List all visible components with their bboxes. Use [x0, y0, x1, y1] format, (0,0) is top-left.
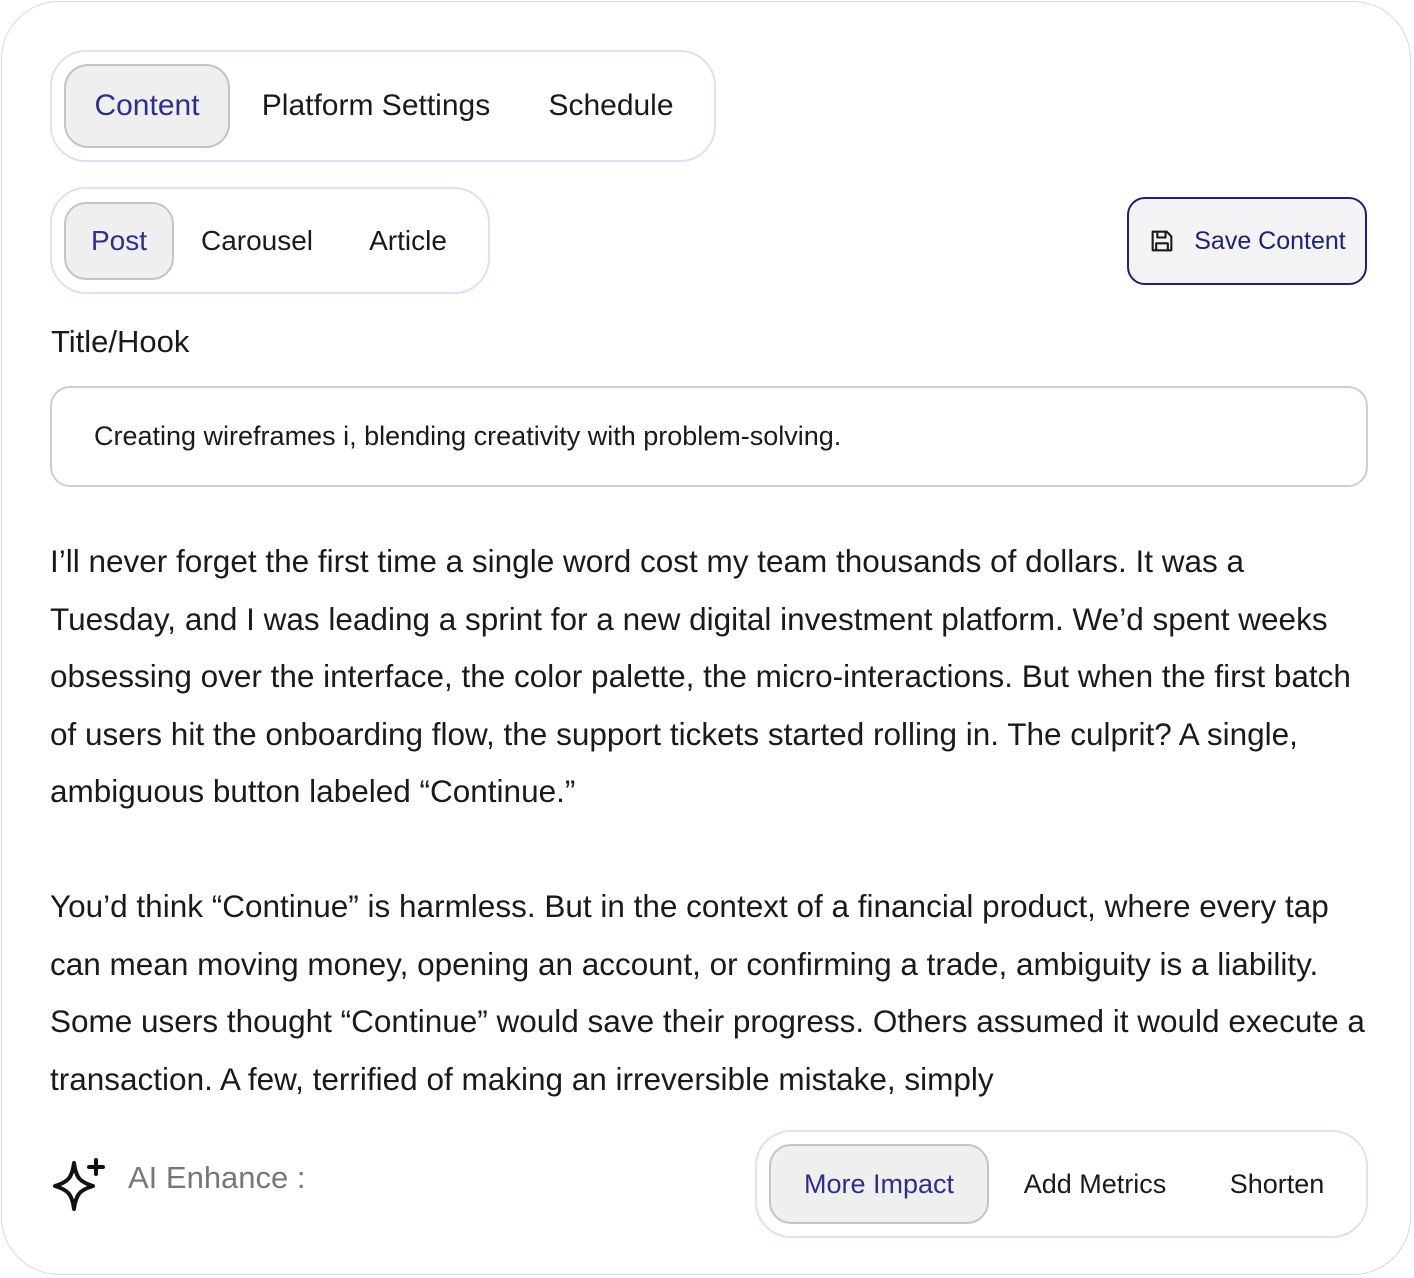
floppy-disk-icon	[1151, 230, 1173, 252]
tab-article[interactable]: Article	[340, 202, 476, 280]
save-content-button[interactable]: Save Content	[1127, 197, 1367, 285]
save-content-label: Save Content	[1194, 226, 1346, 255]
title-hook-label: Title/Hook	[51, 324, 190, 359]
sparkles-icon	[53, 1158, 105, 1211]
tab-carousel[interactable]: Carousel	[174, 202, 340, 280]
body-paragraph-1: I’ll never forget the first time a singl…	[50, 543, 1351, 809]
main-tabs: Content Platform Settings Schedule	[50, 50, 716, 162]
ai-enhance-options: More Impact Add Metrics Shorten	[755, 1130, 1368, 1238]
tab-platform-settings[interactable]: Platform Settings	[230, 64, 522, 148]
content-editor-card: Content Platform Settings Schedule Post …	[1, 1, 1411, 1275]
ai-option-shorten[interactable]: Shorten	[1201, 1144, 1353, 1224]
tab-post[interactable]: Post	[64, 201, 174, 280]
ai-option-more-impact[interactable]: More Impact	[769, 1144, 989, 1224]
tab-schedule[interactable]: Schedule	[522, 64, 700, 148]
ai-enhance-label: AI Enhance :	[128, 1160, 306, 1195]
tab-content[interactable]: Content	[64, 64, 230, 148]
title-hook-input[interactable]	[50, 386, 1368, 487]
content-type-tabs: Post Carousel Article	[50, 187, 490, 294]
ai-option-add-metrics[interactable]: Add Metrics	[989, 1144, 1201, 1224]
body-paragraph-2: You’d think “Continue” is harmless. But …	[50, 888, 1365, 1097]
post-body-text[interactable]: I’ll never forget the first time a singl…	[50, 533, 1372, 1099]
